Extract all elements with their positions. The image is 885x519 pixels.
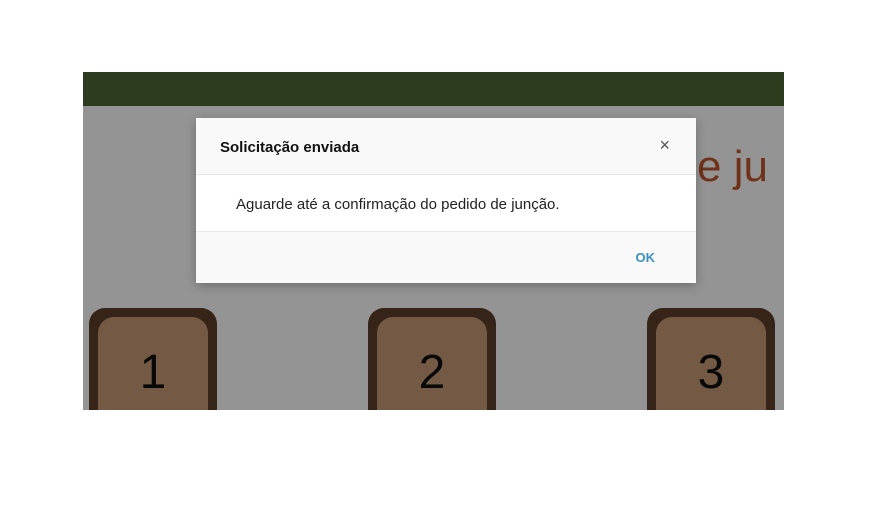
request-sent-dialog: Solicitação enviada × Aguarde até a conf… (196, 118, 696, 283)
dialog-footer: OK (196, 232, 696, 283)
dialog-body: Aguarde até a confirmação do pedido de j… (196, 175, 696, 232)
dialog-title: Solicitação enviada (220, 139, 360, 156)
dialog-header: Solicitação enviada × (196, 118, 696, 175)
dialog-message: Aguarde até a confirmação do pedido de j… (236, 196, 560, 213)
close-icon[interactable]: × (659, 135, 670, 155)
ok-button[interactable]: OK (636, 250, 656, 265)
